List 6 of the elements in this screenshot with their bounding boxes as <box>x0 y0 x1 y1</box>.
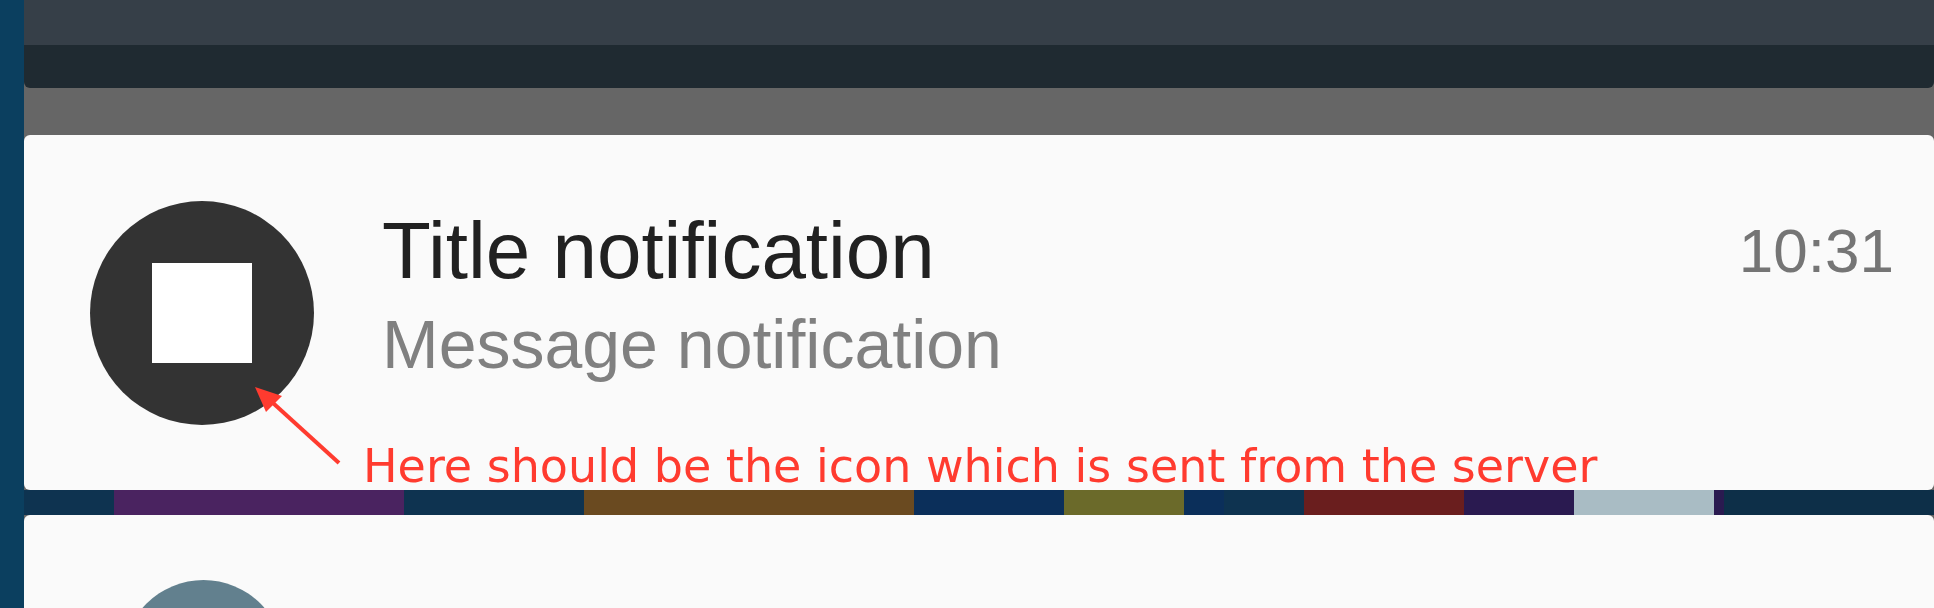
notification-time: 10:31 <box>1738 215 1894 287</box>
annotation-text: Here should be the icon which is sent from the server <box>363 440 1598 492</box>
notification-title: Title notification <box>382 205 935 297</box>
notification-card[interactable] <box>24 515 1934 608</box>
arrow-icon <box>252 384 342 466</box>
notification-message: Message notification <box>382 305 1003 384</box>
